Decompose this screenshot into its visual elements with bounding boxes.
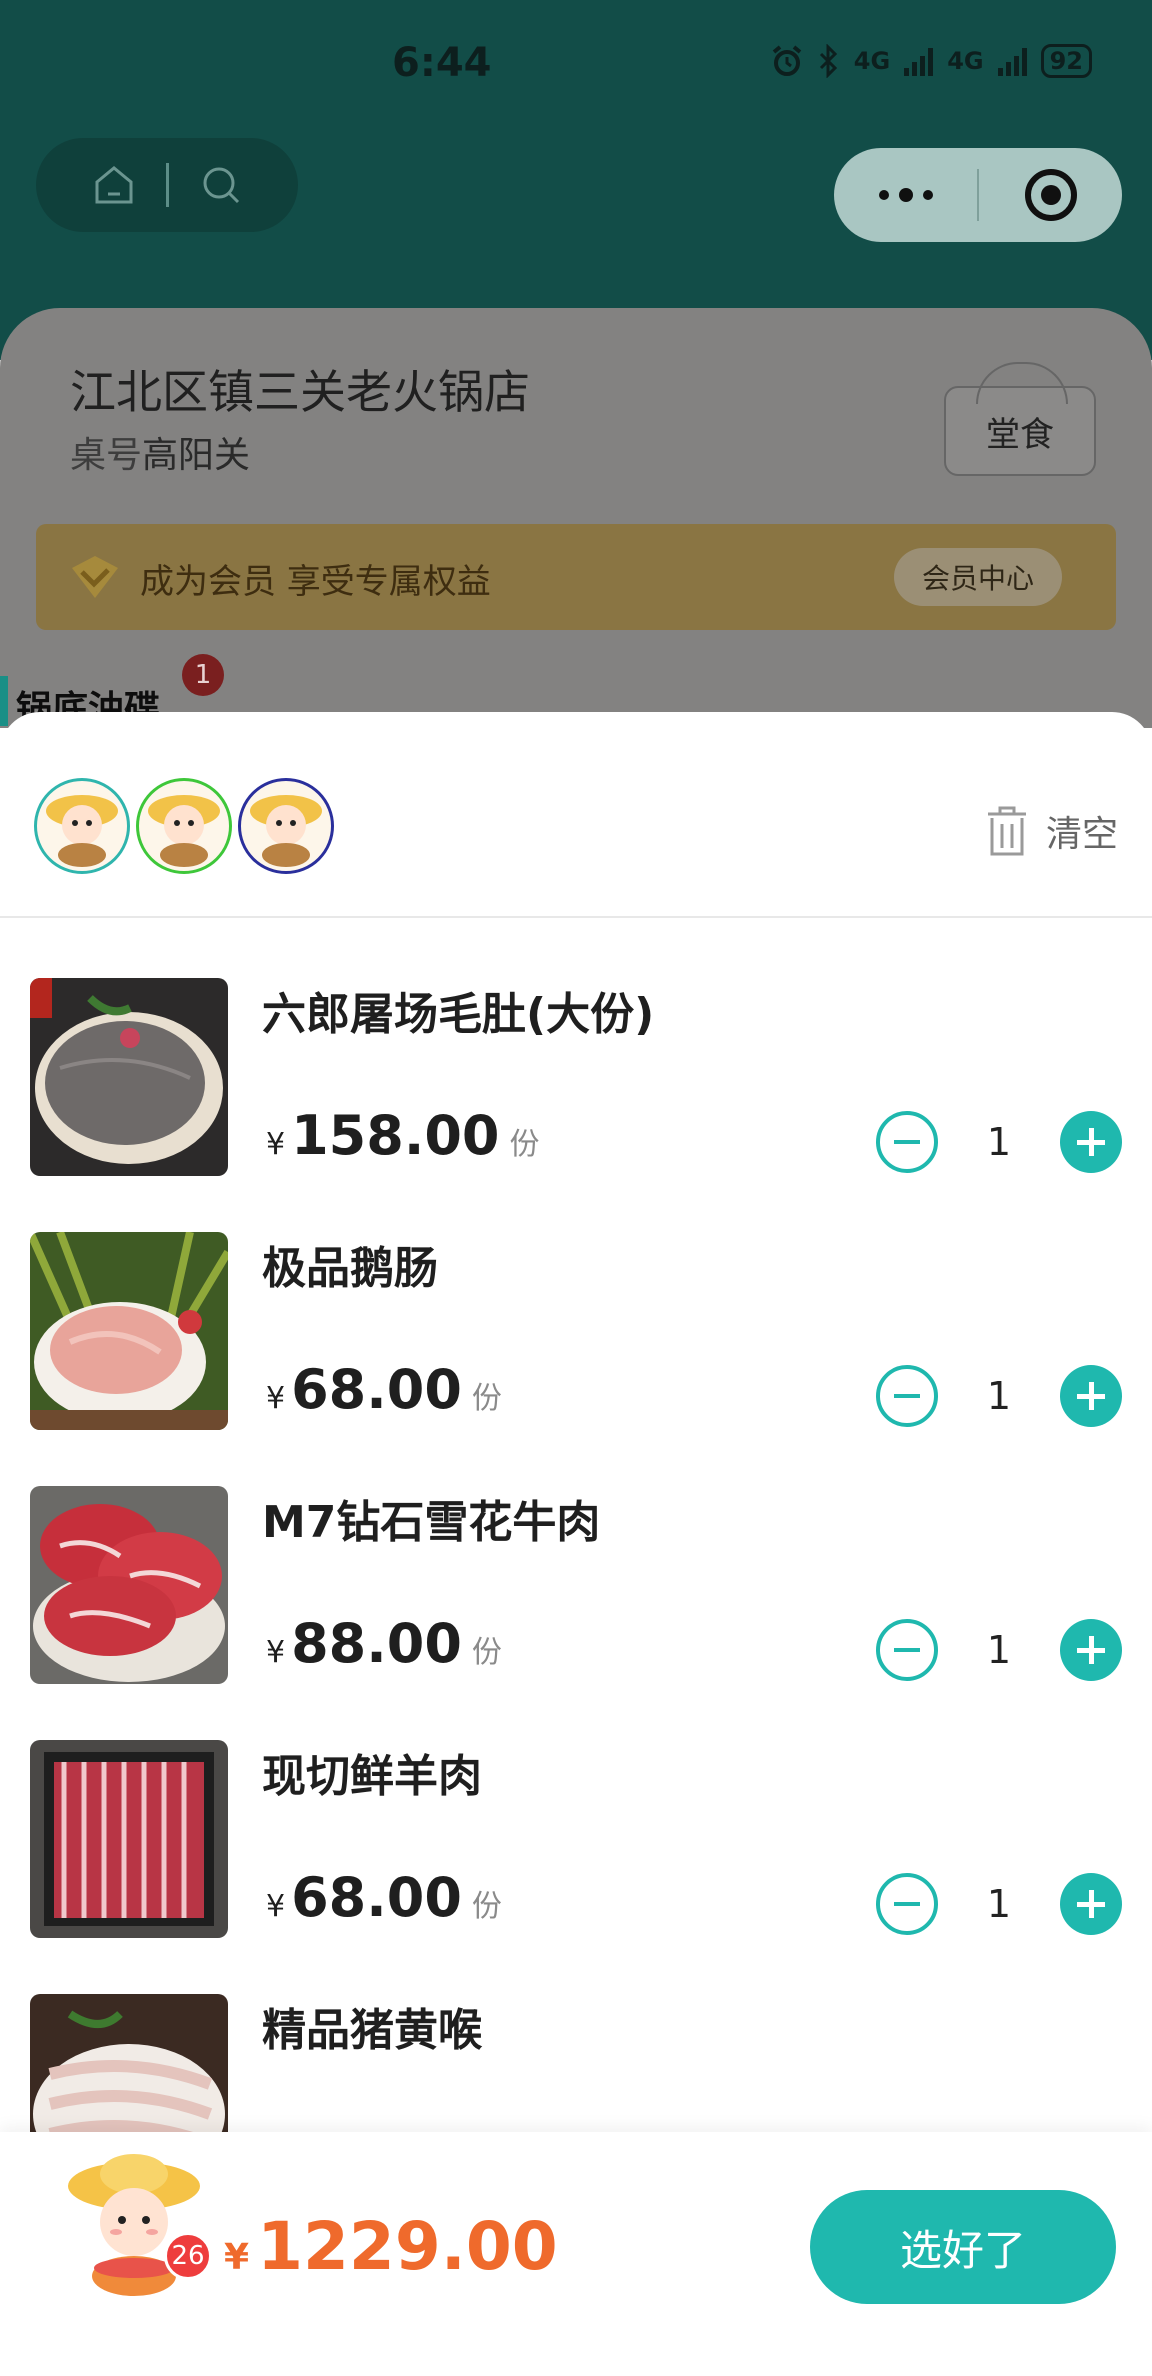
currency-symbol: ¥ <box>266 1889 286 1924</box>
member-banner-text: 成为会员 享受专属权益 <box>140 562 491 602</box>
diner-avatars <box>34 778 334 874</box>
search-icon[interactable] <box>198 162 244 208</box>
price-amount: 68.00 <box>291 1358 462 1421</box>
avatar <box>136 778 232 874</box>
quantity-value: 1 <box>986 1628 1012 1672</box>
member-center-button[interactable]: 会员中心 <box>894 548 1062 606</box>
quantity-stepper: 1 <box>876 1872 1122 1936</box>
increase-button[interactable] <box>1060 1365 1122 1427</box>
store-name: 江北区镇三关老火锅店 <box>70 365 530 419</box>
clear-cart-button[interactable]: 清空 <box>982 804 1118 858</box>
item-price: ¥ 68.00 份 <box>266 1866 502 1929</box>
bluetooth-icon <box>819 44 837 78</box>
quantity-stepper: 1 <box>876 1110 1122 1174</box>
item-name: 极品鹅肠 <box>262 1243 438 1294</box>
cart-total: ¥ 1229.00 <box>224 2208 558 2285</box>
tripe-dish-image <box>30 978 228 1176</box>
item-name: 六郎屠场毛肚(大份) <box>262 989 655 1040</box>
price-amount: 88.00 <box>291 1612 462 1675</box>
cart-item: M7钻石雪花牛肉 ¥ 88.00 份 1 <box>0 1486 1152 1686</box>
total-currency: ¥ <box>224 2237 250 2278</box>
dine-type-tag: 堂食 <box>944 362 1096 476</box>
decrease-button[interactable] <box>876 1619 938 1681</box>
item-image[interactable] <box>30 1232 228 1430</box>
network-type-2: 4G <box>947 47 984 75</box>
increase-button[interactable] <box>1060 1111 1122 1173</box>
quantity-value: 1 <box>986 1374 1012 1418</box>
status-bar: 6:44 4G 4G 92 <box>0 0 1152 130</box>
clear-cart-label: 清空 <box>1045 814 1118 855</box>
price-unit: 份 <box>471 1635 502 1670</box>
cart-sheet: 清空 六郎屠场毛肚(大份) ¥ 158.00 份 1 极品鹅肠 ¥ 68.00 … <box>0 712 1152 2376</box>
cart-mascot[interactable] <box>66 2152 206 2304</box>
price-unit: 份 <box>471 1381 502 1416</box>
quantity-stepper: 1 <box>876 1364 1122 1428</box>
currency-symbol: ¥ <box>266 1127 286 1162</box>
trash-icon <box>987 806 1026 856</box>
checkout-bar: 26 ¥ 1229.00 选好了 <box>0 2132 1152 2376</box>
item-price: ¥ 88.00 份 <box>266 1612 502 1675</box>
home-icon[interactable] <box>91 162 137 208</box>
currency-symbol: ¥ <box>266 1635 286 1670</box>
mascot-avatar-image <box>250 795 322 867</box>
store-card: 江北区镇三关老火锅店 桌号高阳关 堂食 成为会员 享受专属权益 会员中心 <box>0 308 1152 728</box>
close-miniprogram-button[interactable] <box>979 148 1122 242</box>
beef-dish-image <box>30 1486 228 1684</box>
quantity-value: 1 <box>986 1120 1012 1164</box>
alarm-icon <box>772 45 802 76</box>
quantity-stepper: 1 <box>876 1618 1122 1682</box>
cart-item: 极品鹅肠 ¥ 68.00 份 1 <box>0 1232 1152 1432</box>
cart-sheet-header: 清空 <box>0 712 1152 918</box>
item-name: M7钻石雪花牛肉 <box>262 1497 601 1548</box>
status-time: 6:44 <box>392 40 492 86</box>
item-image[interactable] <box>30 978 228 1176</box>
quantity-value: 1 <box>986 1882 1012 1926</box>
item-price: ¥ 158.00 份 <box>266 1104 539 1167</box>
increase-button[interactable] <box>1060 1619 1122 1681</box>
mascot-avatar-image <box>46 795 118 867</box>
member-badge-icon <box>72 556 118 598</box>
category-badge: 1 <box>182 654 224 696</box>
price-amount: 68.00 <box>291 1866 462 1929</box>
signal-icon <box>997 46 1027 76</box>
home-search-capsule <box>36 138 298 232</box>
target-icon <box>1024 169 1077 221</box>
network-type-1: 4G <box>853 47 891 75</box>
price-amount: 158.00 <box>291 1104 500 1167</box>
price-unit: 份 <box>471 1889 502 1924</box>
decrease-button[interactable] <box>876 1873 938 1935</box>
miniprogram-capsule <box>834 148 1122 242</box>
item-image[interactable] <box>30 1486 228 1684</box>
more-button[interactable] <box>834 148 977 242</box>
more-dots-icon <box>878 188 933 202</box>
price-unit: 份 <box>509 1127 540 1162</box>
item-image[interactable] <box>30 1740 228 1938</box>
status-icons: 4G 4G 92 <box>770 44 1092 78</box>
goose-intestine-dish-image <box>30 1232 228 1430</box>
avatar <box>238 778 334 874</box>
decrease-button[interactable] <box>876 1111 938 1173</box>
table-number: 桌号高阳关 <box>70 426 250 478</box>
item-price: ¥ 68.00 份 <box>266 1358 502 1421</box>
total-amount: 1229.00 <box>257 2208 558 2285</box>
currency-symbol: ¥ <box>266 1381 286 1416</box>
confirm-order-button[interactable]: 选好了 <box>810 2190 1116 2304</box>
lamb-dish-image <box>30 1740 228 1938</box>
avatar <box>34 778 130 874</box>
battery-indicator: 92 <box>1040 44 1092 78</box>
cart-item: 六郎屠场毛肚(大份) ¥ 158.00 份 1 <box>0 978 1152 1178</box>
mascot-avatar-image <box>148 795 220 867</box>
table-number-value: 高阳关 <box>142 435 251 476</box>
cart-mascot-icon <box>68 2154 200 2296</box>
table-number-label: 桌号 <box>70 435 143 476</box>
signal-icon <box>904 46 934 76</box>
item-name: 精品猪黄喉 <box>262 2005 482 2056</box>
cart-count-badge: 26 <box>164 2232 212 2280</box>
cart-item: 现切鲜羊肉 ¥ 68.00 份 1 <box>0 1740 1152 1940</box>
increase-button[interactable] <box>1060 1873 1122 1935</box>
item-name: 现切鲜羊肉 <box>262 1751 482 1802</box>
capsule-divider <box>165 163 169 207</box>
member-banner[interactable]: 成为会员 享受专属权益 会员中心 <box>36 524 1116 630</box>
decrease-button[interactable] <box>876 1365 938 1427</box>
